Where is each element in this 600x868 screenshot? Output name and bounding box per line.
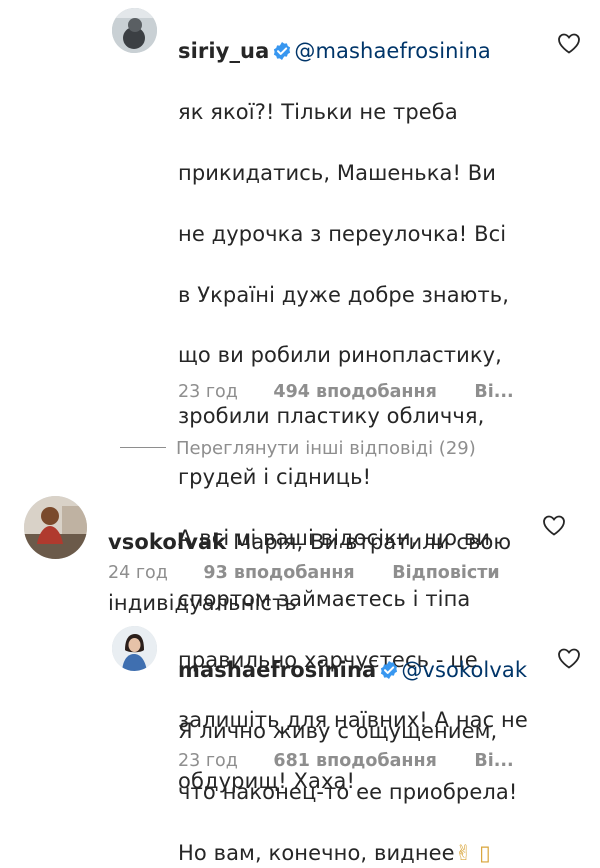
heart-outline-icon[interactable]	[557, 32, 581, 54]
comment-line: Марія, Ви втратили свою	[233, 530, 512, 555]
verified-badge-icon	[274, 42, 291, 61]
comment-line: не дурочка з переулочка! Всі	[178, 221, 507, 246]
comment-meta: 24 год 93 вподобання Відповісти	[108, 563, 500, 583]
likes-count[interactable]: 93 вподобання	[203, 563, 354, 583]
avatar[interactable]	[112, 8, 157, 53]
comment-line: грудей і сідниць!	[178, 465, 372, 490]
comment-line: як якої?! Тільки не треба	[178, 100, 458, 125]
comment-meta: 23 год 681 вподобання Ві...	[178, 751, 514, 771]
comment-line: Я лично живу с ощущением,	[178, 719, 498, 744]
comment-meta: 23 год 494 вподобання Ві...	[178, 382, 514, 402]
comment-line: що ви робили ринопластику,	[178, 343, 502, 368]
comment-line: зробили пластику обличчя,	[178, 404, 485, 429]
likes-count[interactable]: 681 вподобання	[273, 751, 436, 771]
verified-badge-icon	[381, 661, 398, 680]
username[interactable]: mashaefrosinina	[178, 658, 376, 682]
reply-button[interactable]: Відповісти	[392, 563, 499, 583]
username[interactable]: vsokolvak	[108, 530, 226, 554]
reply-button[interactable]: Ві...	[474, 382, 513, 402]
avatar[interactable]	[24, 496, 87, 559]
username[interactable]: siriy_ua	[178, 39, 269, 63]
comment-line: в Україні дуже добре знають,	[178, 282, 510, 307]
timestamp: 23 год	[178, 751, 238, 771]
comment-line: что наконец-то ее приобрела!	[178, 780, 518, 805]
view-replies-label: Переглянути інші відповіді (29)	[176, 438, 476, 459]
heart-outline-icon[interactable]	[557, 647, 581, 669]
comment-line: Но вам, конечно, виднее	[178, 840, 455, 865]
comment-line: індивідуальність	[108, 591, 297, 616]
mention-link[interactable]: @mashaefrosinina	[294, 39, 490, 63]
comment-line: прикидатись, Машенька! Ви	[178, 161, 497, 186]
timestamp: 24 год	[108, 563, 168, 583]
heart-outline-icon[interactable]	[542, 514, 566, 536]
comment-text: mashaefrosinina @vsokolvak Я лично живу с…	[178, 625, 548, 868]
view-more-replies-button[interactable]: Переглянути інші відповіді (29)	[120, 438, 476, 459]
avatar[interactable]	[112, 626, 157, 671]
timestamp: 23 год	[178, 382, 238, 402]
divider-dash	[120, 447, 166, 448]
mention-link[interactable]: @vsokolvak	[401, 658, 527, 682]
victory-hand-emoji: ✌ ▯	[454, 840, 491, 865]
comment-text: vsokolvak Марія, Ви втратили свою індиві…	[108, 497, 548, 619]
reply-button[interactable]: Ві...	[474, 751, 513, 771]
likes-count[interactable]: 494 вподобання	[273, 382, 436, 402]
